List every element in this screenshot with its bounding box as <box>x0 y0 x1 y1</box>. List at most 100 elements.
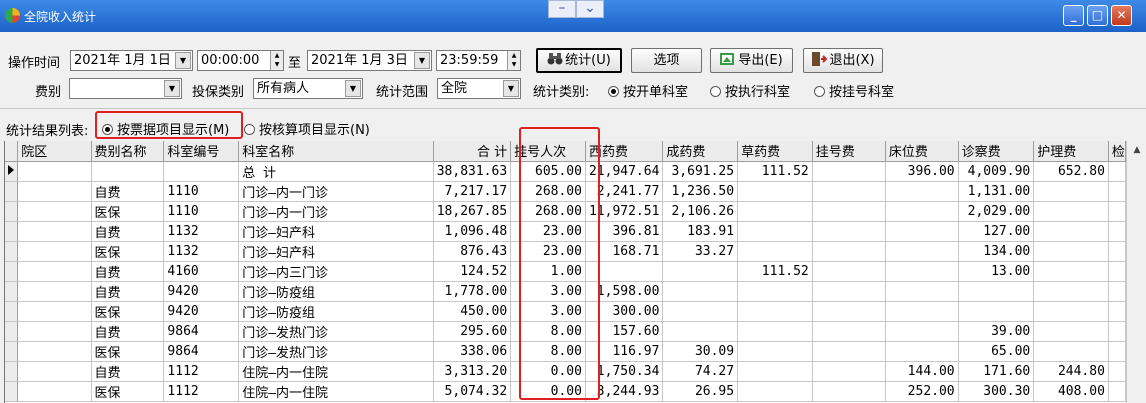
table-cell[interactable] <box>163 161 240 182</box>
scroll-up-icon[interactable]: ▲ <box>1130 145 1144 161</box>
table-cell[interactable] <box>737 181 813 202</box>
table-cell[interactable]: 183.91 <box>662 221 739 242</box>
dropdown-arrow-icon[interactable]: ▼ <box>414 52 430 69</box>
table-cell[interactable]: 门诊—妇产科 <box>238 221 434 242</box>
table-cell[interactable] <box>737 241 813 262</box>
table-cell[interactable] <box>662 281 739 302</box>
exit-button[interactable]: 退出(X) <box>803 48 883 73</box>
insurance-select[interactable]: 所有病人 ▼ <box>253 78 363 99</box>
table-cell[interactable] <box>885 321 959 342</box>
table-cell[interactable]: 652.80 <box>1033 161 1109 182</box>
dropdown-arrow-icon[interactable]: ▼ <box>164 80 180 97</box>
row-indicator[interactable] <box>5 301 19 322</box>
table-cell[interactable] <box>91 161 165 182</box>
table-cell[interactable] <box>1108 261 1126 282</box>
table-cell[interactable]: 自费 <box>91 361 165 382</box>
table-cell[interactable]: 65.00 <box>958 341 1035 362</box>
column-header[interactable]: 院区 <box>17 141 92 162</box>
column-header[interactable]: 合 计 <box>433 141 512 162</box>
table-cell[interactable]: 2,106.26 <box>662 201 739 222</box>
table-cell[interactable]: 30.09 <box>662 341 739 362</box>
table-cell[interactable] <box>958 301 1035 322</box>
table-cell[interactable] <box>1108 361 1126 382</box>
table-cell[interactable] <box>1033 301 1109 322</box>
table-cell[interactable]: 252.00 <box>885 381 959 402</box>
table-cell[interactable] <box>885 341 959 362</box>
table-cell[interactable]: 门诊—妇产科 <box>238 241 434 262</box>
table-cell[interactable]: 144.00 <box>885 361 959 382</box>
table-cell[interactable]: 13.00 <box>958 261 1035 282</box>
table-cell[interactable]: 111.52 <box>737 261 813 282</box>
table-cell[interactable]: 门诊—发热门诊 <box>238 321 434 342</box>
table-cell[interactable]: 自费 <box>91 221 165 242</box>
scope-select[interactable]: 全院 ▼ <box>437 78 521 99</box>
row-indicator[interactable] <box>5 281 19 302</box>
row-indicator[interactable] <box>5 361 19 382</box>
radio-icon[interactable] <box>710 86 721 97</box>
table-cell[interactable] <box>958 281 1035 302</box>
table-cell[interactable] <box>737 301 813 322</box>
table-cell[interactable] <box>885 281 959 302</box>
table-cell[interactable] <box>17 361 92 382</box>
table-cell[interactable]: 门诊—内三门诊 <box>238 261 434 282</box>
spin-icon[interactable]: ▲ ▼ <box>507 51 520 70</box>
stats-button[interactable]: 统计(U) <box>536 48 622 73</box>
vertical-scrollbar[interactable]: ▲ <box>1126 141 1146 403</box>
options-button[interactable]: 选项 <box>631 48 702 73</box>
radio-checked-icon[interactable] <box>608 86 619 97</box>
table-cell[interactable]: 总 计 <box>238 161 434 182</box>
table-cell[interactable]: 450.00 <box>433 301 512 322</box>
table-cell[interactable] <box>812 321 886 342</box>
table-cell[interactable] <box>1033 181 1109 202</box>
table-cell[interactable]: 2,029.00 <box>958 201 1035 222</box>
export-button[interactable]: 导出(E) <box>710 48 793 73</box>
table-cell[interactable] <box>812 181 886 202</box>
row-indicator[interactable] <box>5 261 19 282</box>
table-cell[interactable] <box>737 201 813 222</box>
column-header[interactable]: 科室名称 <box>238 141 434 162</box>
table-cell[interactable] <box>1108 281 1126 302</box>
table-cell[interactable]: 门诊—发热门诊 <box>238 341 434 362</box>
table-cell[interactable]: 自费 <box>91 321 165 342</box>
table-cell[interactable] <box>1033 281 1109 302</box>
chevron-down-icon[interactable]: ⌄ <box>576 0 604 18</box>
radio-by-ordering-dept[interactable]: 按开单科室 <box>608 81 688 100</box>
table-cell[interactable]: 5,074.32 <box>433 381 512 402</box>
start-date-picker[interactable]: 2021年 1月 1日 ▼ <box>70 50 193 71</box>
table-cell[interactable]: 408.00 <box>1033 381 1109 402</box>
table-cell[interactable] <box>17 161 92 182</box>
spin-icon[interactable]: ▲ ▼ <box>270 51 283 70</box>
radio-icon[interactable] <box>244 124 255 135</box>
minimize-icon[interactable]: _ <box>1063 5 1084 26</box>
dropdown-arrow-icon[interactable]: ▼ <box>503 80 519 97</box>
table-cell[interactable]: 876.43 <box>433 241 512 262</box>
table-cell[interactable] <box>1033 321 1109 342</box>
table-cell[interactable] <box>885 201 959 222</box>
row-indicator[interactable] <box>5 161 19 182</box>
radio-by-accounting[interactable]: 按核算项目显示(N) <box>244 119 370 138</box>
table-cell[interactable]: 1110 <box>163 181 240 202</box>
table-cell[interactable]: 医保 <box>91 201 165 222</box>
table-cell[interactable]: 74.27 <box>662 361 739 382</box>
table-cell[interactable] <box>737 281 813 302</box>
table-cell[interactable] <box>812 341 886 362</box>
table-cell[interactable] <box>1108 301 1126 322</box>
column-header[interactable]: 成药费 <box>662 141 739 162</box>
table-cell[interactable] <box>737 341 813 362</box>
column-header[interactable]: 挂号费 <box>812 141 886 162</box>
fee-type-select[interactable]: ▼ <box>69 78 182 99</box>
table-cell[interactable] <box>1108 241 1126 262</box>
table-cell[interactable]: 医保 <box>91 301 165 322</box>
table-cell[interactable] <box>1108 161 1126 182</box>
table-cell[interactable] <box>812 261 886 282</box>
table-cell[interactable]: 1112 <box>163 381 240 402</box>
table-cell[interactable] <box>812 361 886 382</box>
radio-by-exec-dept[interactable]: 按执行科室 <box>710 81 790 100</box>
table-cell[interactable]: 111.52 <box>737 161 813 182</box>
radio-icon[interactable] <box>814 86 825 97</box>
table-cell[interactable]: 33.27 <box>662 241 739 262</box>
table-cell[interactable]: 9420 <box>163 301 240 322</box>
table-cell[interactable]: 9420 <box>163 281 240 302</box>
table-cell[interactable] <box>1033 261 1109 282</box>
column-header[interactable]: 科室编号 <box>163 141 240 162</box>
